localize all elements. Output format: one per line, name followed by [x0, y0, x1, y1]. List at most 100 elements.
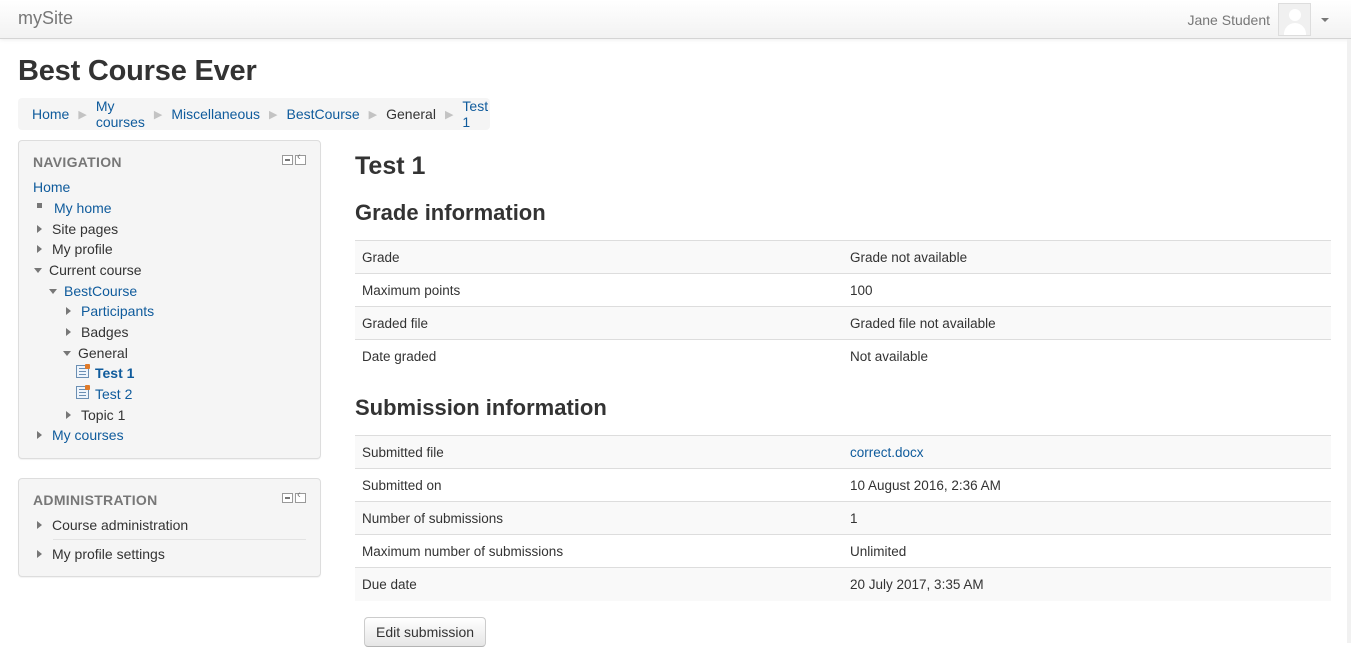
nav-item-current-course-label[interactable]: Current course	[49, 262, 142, 278]
breadcrumb-separator-icon: ▶	[368, 108, 378, 121]
submitted-on-value: 10 August 2016, 2:36 AM	[843, 468, 1331, 502]
main-heading: Test 1	[355, 152, 426, 180]
admin-item-course-administration[interactable]: Course administration	[37, 517, 188, 533]
submitted-file-label: Submitted file	[355, 435, 843, 469]
nav-item-current-course[interactable]: Current course	[34, 262, 142, 278]
maximum-points-value: 100	[843, 273, 1331, 307]
dock-block-icon[interactable]	[295, 489, 306, 503]
due-date-value: 20 July 2017, 3:35 AM	[843, 567, 1331, 601]
due-date-label: Due date	[355, 567, 843, 601]
nav-item-site-pages-label[interactable]: Site pages	[52, 221, 118, 237]
date-graded-value: Not available	[843, 339, 1331, 373]
expand-right-icon[interactable]	[37, 431, 42, 439]
nav-item-my-courses[interactable]: My courses	[37, 427, 124, 443]
caret-down-icon[interactable]	[1321, 17, 1329, 22]
submitted-file-value-cell: correct.docx	[843, 435, 1331, 469]
table-row: Maximum points 100	[355, 273, 1331, 307]
table-row: Maximum number of submissions Unlimited	[355, 534, 1331, 568]
nav-item-test1-label[interactable]: Test 1	[95, 365, 134, 381]
bullet-icon	[37, 203, 42, 208]
expand-right-icon[interactable]	[66, 411, 71, 419]
expand-right-icon[interactable]	[37, 245, 42, 253]
admin-item-profile-settings[interactable]: My profile settings	[37, 546, 165, 562]
nav-item-badges-label[interactable]: Badges	[81, 324, 128, 340]
expand-right-icon[interactable]	[37, 521, 42, 529]
nav-item-badges[interactable]: Badges	[66, 324, 128, 340]
collapse-down-icon[interactable]	[34, 267, 42, 273]
nav-item-home[interactable]: Home	[33, 179, 70, 195]
navigation-block-controls	[282, 151, 306, 165]
submitted-file-link[interactable]: correct.docx	[850, 445, 924, 460]
grade-information-table: Grade Grade not available Maximum points…	[355, 240, 1331, 373]
graded-file-value: Graded file not available	[843, 306, 1331, 340]
table-row: Submitted on 10 August 2016, 2:36 AM	[355, 468, 1331, 502]
expand-right-icon[interactable]	[37, 225, 42, 233]
number-of-submissions-label: Number of submissions	[355, 501, 843, 535]
max-submissions-value: Unlimited	[843, 534, 1331, 568]
assignment-icon	[76, 384, 90, 399]
administration-block-title: ADMINISTRATION	[33, 492, 158, 508]
nav-item-general[interactable]: General	[63, 345, 128, 361]
nav-item-my-home-label[interactable]: My home	[54, 200, 112, 216]
nav-item-test2[interactable]: Test 2	[76, 384, 132, 402]
administration-block-header: ADMINISTRATION	[19, 479, 320, 515]
table-row: Date graded Not available	[355, 339, 1331, 373]
grade-value: Grade not available	[843, 240, 1331, 274]
breadcrumb-separator-icon: ▶	[78, 108, 87, 121]
administration-block: ADMINISTRATION Course administration My …	[18, 478, 321, 577]
breadcrumb-separator-icon: ▶	[269, 108, 278, 121]
divider	[53, 539, 306, 540]
collapse-down-icon[interactable]	[63, 350, 71, 356]
breadcrumb-my-courses[interactable]: My courses	[96, 98, 145, 130]
administration-block-controls	[282, 489, 306, 503]
number-of-submissions-value: 1	[843, 501, 1331, 535]
nav-item-test1[interactable]: Test 1	[76, 363, 134, 381]
admin-item-course-administration-label[interactable]: Course administration	[52, 517, 188, 533]
breadcrumb-test1[interactable]: Test 1	[462, 98, 488, 130]
user-menu[interactable]: Jane Student	[1187, 3, 1329, 36]
avatar-head-shape	[1289, 9, 1301, 21]
breadcrumb-bestcourse[interactable]: BestCourse	[287, 106, 360, 122]
table-row: Submitted file correct.docx	[355, 435, 1331, 469]
nav-item-topic1-label[interactable]: Topic 1	[81, 407, 125, 423]
nav-item-site-pages[interactable]: Site pages	[37, 221, 118, 237]
grade-label: Grade	[355, 240, 843, 274]
nav-item-my-home[interactable]: My home	[37, 200, 112, 216]
nav-item-topic1[interactable]: Topic 1	[66, 407, 125, 423]
collapse-down-icon[interactable]	[49, 288, 57, 294]
breadcrumb-general: General	[386, 106, 436, 122]
expand-right-icon[interactable]	[66, 307, 71, 315]
table-row: Graded file Graded file not available	[355, 306, 1331, 340]
submitted-on-label: Submitted on	[355, 468, 843, 502]
maximum-points-label: Maximum points	[355, 273, 843, 307]
breadcrumb-home[interactable]: Home	[32, 106, 69, 122]
admin-item-profile-settings-label[interactable]: My profile settings	[52, 546, 165, 562]
page-scrollbar[interactable]	[1347, 39, 1351, 643]
nav-item-my-courses-label[interactable]: My courses	[52, 427, 124, 443]
nav-item-my-profile[interactable]: My profile	[37, 241, 113, 257]
table-row: Due date 20 July 2017, 3:35 AM	[355, 567, 1331, 601]
nav-item-my-profile-label[interactable]: My profile	[52, 241, 113, 257]
collapse-block-icon[interactable]	[282, 155, 293, 165]
user-name[interactable]: Jane Student	[1187, 12, 1270, 28]
nav-item-bestcourse[interactable]: BestCourse	[49, 283, 137, 299]
site-brand-link[interactable]: mySite	[18, 8, 73, 29]
submission-information-heading: Submission information	[355, 395, 607, 420]
table-row: Grade Grade not available	[355, 240, 1331, 274]
nav-item-participants-label[interactable]: Participants	[81, 303, 154, 319]
nav-item-bestcourse-label[interactable]: BestCourse	[64, 283, 137, 299]
expand-right-icon[interactable]	[66, 328, 71, 336]
nav-item-general-label[interactable]: General	[78, 345, 128, 361]
nav-item-participants[interactable]: Participants	[66, 303, 154, 319]
nav-item-test2-label[interactable]: Test 2	[95, 386, 132, 402]
navigation-block: NAVIGATION Home My home Site pages My pr…	[18, 140, 321, 459]
breadcrumb-miscellaneous[interactable]: Miscellaneous	[171, 106, 260, 122]
dock-block-icon[interactable]	[295, 151, 306, 165]
collapse-block-icon[interactable]	[282, 493, 293, 503]
navigation-block-title: NAVIGATION	[33, 154, 122, 170]
navigation-block-header: NAVIGATION	[19, 141, 320, 177]
avatar[interactable]	[1278, 3, 1311, 36]
submission-information-table: Submitted file correct.docx Submitted on…	[355, 435, 1331, 601]
breadcrumb-separator-icon: ▶	[153, 108, 163, 121]
expand-right-icon[interactable]	[37, 550, 42, 558]
